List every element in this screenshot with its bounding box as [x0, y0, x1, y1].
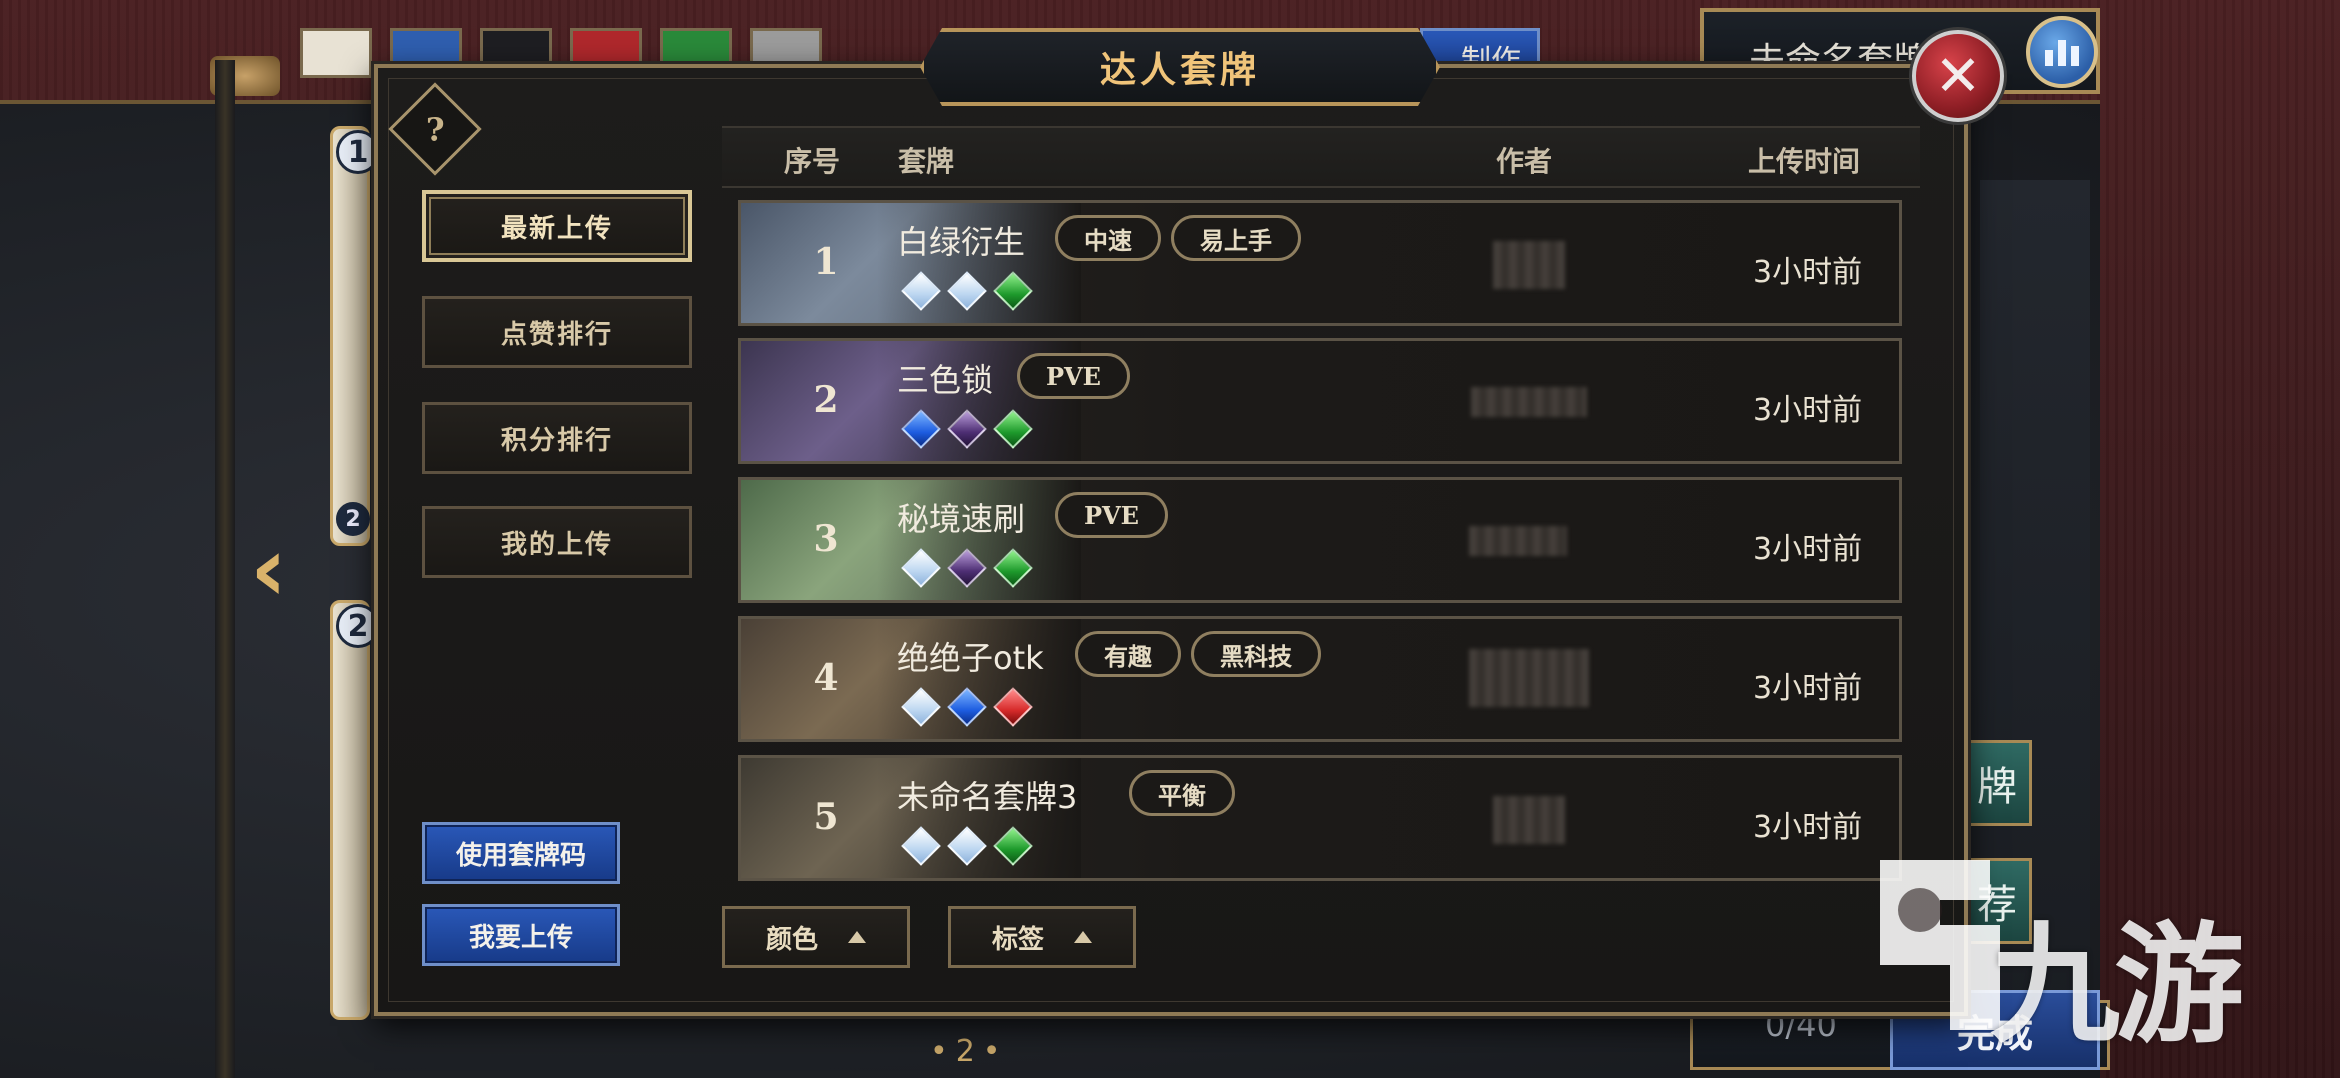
upload-time: 3小时前 [1753, 671, 1863, 706]
green-gem-icon [993, 271, 1033, 311]
white-gem-icon [901, 271, 941, 311]
white-gem-icon [947, 271, 987, 311]
modal-title-banner: 达人套牌 [920, 28, 1440, 106]
header-deck: 套牌 [898, 145, 955, 178]
black-gem-icon [947, 548, 987, 588]
upload-time: 3小时前 [1753, 532, 1863, 567]
red-gem-icon [993, 687, 1033, 727]
prev-page-arrow-icon[interactable]: ‹ [250, 525, 310, 615]
color-filter-dropdown[interactable]: 颜色 [722, 906, 910, 968]
author-name-redacted [1493, 796, 1565, 844]
card-count-badge: 2 [336, 502, 370, 536]
table-header: 序号 套牌 作者 上传时间 [722, 126, 1920, 188]
deck-tag: 易上手 [1171, 215, 1301, 261]
watermark-text: 九游 [1990, 909, 2244, 1061]
sidebar-item-latest[interactable]: 最新上传 [422, 190, 692, 262]
green-gem-icon [993, 548, 1033, 588]
row-index: 4 [813, 657, 839, 699]
blue-gem-icon [901, 409, 941, 449]
tag-filter-dropdown[interactable]: 标签 [948, 906, 1136, 968]
white-gem-icon [901, 826, 941, 866]
deck-tag: PVE [1017, 353, 1130, 399]
stats-button[interactable] [2026, 16, 2098, 88]
table-row[interactable]: 4 绝绝子otk 有趣 黑科技 3小时前 [738, 616, 1902, 742]
deck-tags: PVE [1055, 492, 1168, 538]
deck-color-gems [901, 409, 1033, 449]
use-deck-code-button[interactable]: 使用套牌码 [422, 822, 620, 884]
upload-time: 3小时前 [1753, 810, 1863, 845]
bar-chart-icon-bar [2071, 46, 2079, 66]
upload-deck-button[interactable]: 我要上传 [422, 904, 620, 966]
row-index: 1 [813, 241, 839, 283]
deck-tags: 中速 易上手 [1055, 215, 1301, 261]
book-spine [215, 60, 235, 1078]
green-gem-icon [993, 409, 1033, 449]
deck-name: 秘境速刷 [897, 500, 1026, 538]
green-gem-icon [993, 826, 1033, 866]
flag-white[interactable] [300, 28, 372, 78]
author-name-redacted [1471, 387, 1587, 417]
row-index: 3 [813, 518, 839, 560]
caret-up-icon [1074, 931, 1092, 943]
deck-tag: 平衡 [1129, 770, 1235, 816]
black-gem-icon [947, 409, 987, 449]
table-row[interactable]: 3 秘境速刷 PVE 3小时前 [738, 477, 1902, 603]
deck-color-gems [901, 548, 1033, 588]
author-name-redacted [1469, 526, 1567, 556]
bar-chart-icon-bar [2058, 40, 2066, 66]
sidebar-item-my-uploads[interactable]: 我的上传 [422, 506, 692, 578]
background-card [330, 126, 370, 546]
deck-tags: 有趣 黑科技 [1075, 631, 1321, 677]
close-icon: ✕ [1934, 43, 1982, 109]
deck-color-gems [901, 687, 1033, 727]
author-name-redacted [1469, 649, 1589, 707]
background-card [330, 600, 370, 1020]
table-row[interactable]: 1 白绿衍生 中速 易上手 3小时前 [738, 200, 1902, 326]
close-button[interactable]: ✕ [1912, 30, 2004, 122]
upload-time: 3小时前 [1753, 393, 1863, 428]
blue-gem-icon [947, 687, 987, 727]
deck-name: 白绿衍生 [897, 223, 1026, 261]
row-index: 2 [813, 379, 839, 421]
upload-time: 3小时前 [1753, 255, 1863, 290]
header-index: 序号 [784, 145, 841, 178]
author-name-redacted [1493, 241, 1565, 289]
question-icon: ? [425, 110, 445, 148]
table-row[interactable]: 5 未命名套牌3 平衡 3小时前 [738, 755, 1902, 881]
row-index: 5 [813, 796, 839, 838]
deck-tag: PVE [1055, 492, 1168, 538]
deck-name: 未命名套牌3 [897, 778, 1078, 816]
caret-up-icon [848, 931, 866, 943]
header-upload-time: 上传时间 [1748, 145, 1861, 178]
deck-tag: 黑科技 [1191, 631, 1321, 677]
deck-name: 绝绝子otk [897, 639, 1044, 677]
white-gem-icon [947, 826, 987, 866]
sidebar-item-points-ranking[interactable]: 积分排行 [422, 402, 692, 474]
deck-color-gems [901, 271, 1033, 311]
color-filter-label: 颜色 [765, 924, 818, 955]
table-row[interactable]: 2 三色锁 PVE 3小时前 [738, 338, 1902, 464]
header-author: 作者 [1496, 145, 1553, 178]
page-number: •2• [930, 1034, 1009, 1069]
bar-chart-icon [2045, 50, 2053, 66]
deck-tag: 有趣 [1075, 631, 1181, 677]
deck-name: 三色锁 [897, 361, 994, 399]
tag-filter-label: 标签 [991, 924, 1044, 955]
deck-tags: 平衡 [1129, 770, 1235, 816]
white-gem-icon [901, 548, 941, 588]
modal-title: 达人套牌 [1099, 49, 1260, 91]
deck-color-gems [901, 826, 1033, 866]
white-gem-icon [901, 687, 941, 727]
deck-tags: PVE [1017, 353, 1130, 399]
sidebar-item-likes-ranking[interactable]: 点赞排行 [422, 296, 692, 368]
deck-tag: 中速 [1055, 215, 1161, 261]
